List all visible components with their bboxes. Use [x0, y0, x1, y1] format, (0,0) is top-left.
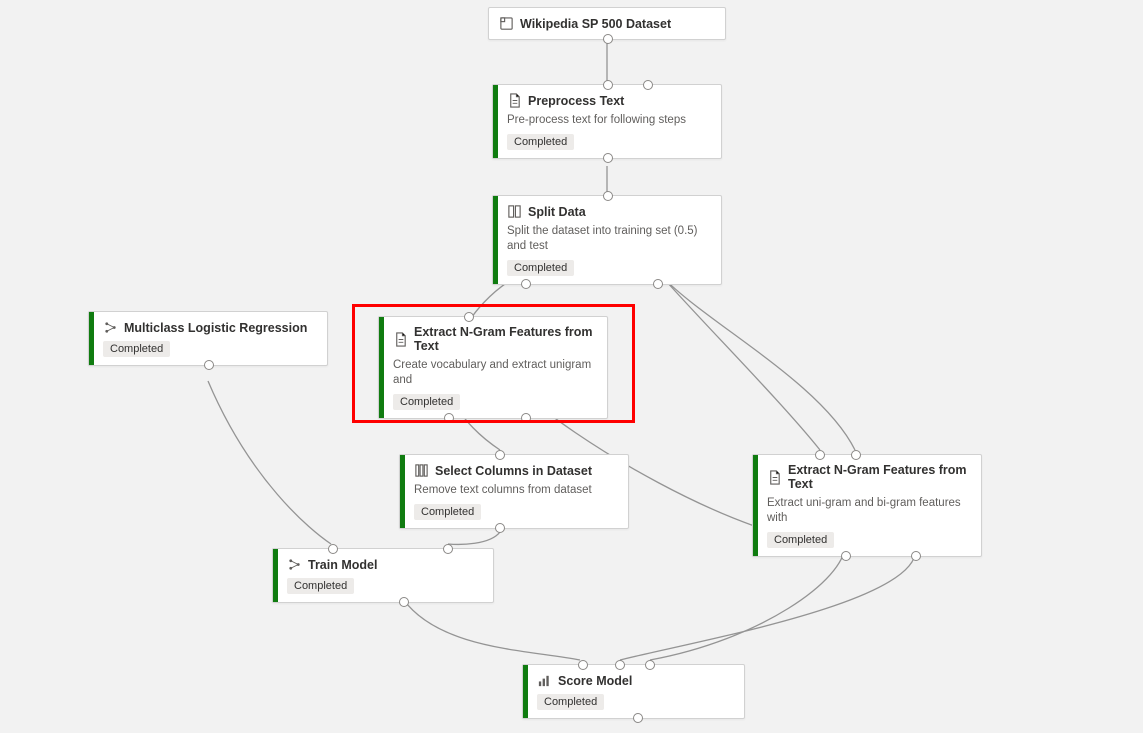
- pipeline-canvas[interactable]: Wikipedia SP 500 Dataset Preprocess Text…: [0, 0, 1143, 733]
- input-port[interactable]: [578, 660, 588, 670]
- status-bar: [379, 317, 384, 418]
- document-icon: [507, 93, 522, 108]
- node-description: Pre-process text for following steps: [507, 113, 711, 128]
- node-title: Train Model: [308, 558, 377, 572]
- status-bar: [89, 312, 94, 365]
- output-port[interactable]: [633, 713, 643, 723]
- node-title: Split Data: [528, 205, 586, 219]
- status-badge: Completed: [103, 341, 170, 357]
- node-description: Extract uni-gram and bi-gram features wi…: [767, 496, 971, 526]
- dataset-icon: [499, 16, 514, 31]
- input-port[interactable]: [615, 660, 625, 670]
- node-description: Remove text columns from dataset: [414, 483, 618, 498]
- node-title: Score Model: [558, 674, 632, 688]
- node-train-model[interactable]: Train Model Completed: [272, 548, 494, 603]
- input-port[interactable]: [603, 191, 613, 201]
- status-bar: [493, 85, 498, 158]
- node-wikipedia-dataset[interactable]: Wikipedia SP 500 Dataset: [488, 7, 726, 40]
- status-bar: [523, 665, 528, 718]
- status-badge: Completed: [393, 394, 460, 410]
- document-icon: [767, 470, 782, 485]
- node-multiclass-logistic-regression[interactable]: Multiclass Logistic Regression Completed: [88, 311, 328, 366]
- document-icon: [393, 332, 408, 347]
- input-port[interactable]: [464, 312, 474, 322]
- node-title: Extract N-Gram Features from Text: [788, 463, 971, 491]
- node-preprocess-text[interactable]: Preprocess Text Pre-process text for fol…: [492, 84, 722, 159]
- output-port[interactable]: [603, 34, 613, 44]
- output-port[interactable]: [204, 360, 214, 370]
- output-port[interactable]: [841, 551, 851, 561]
- input-port[interactable]: [328, 544, 338, 554]
- node-title: Preprocess Text: [528, 94, 624, 108]
- status-bar: [753, 455, 758, 556]
- node-title: Wikipedia SP 500 Dataset: [520, 17, 671, 31]
- node-select-columns[interactable]: Select Columns in Dataset Remove text co…: [399, 454, 629, 529]
- output-port[interactable]: [521, 279, 531, 289]
- score-icon: [537, 673, 552, 688]
- output-port[interactable]: [399, 597, 409, 607]
- input-port[interactable]: [603, 80, 613, 90]
- node-split-data[interactable]: Split Data Split the dataset into traini…: [492, 195, 722, 285]
- output-port[interactable]: [495, 523, 505, 533]
- model-icon: [103, 320, 118, 335]
- input-port[interactable]: [643, 80, 653, 90]
- node-score-model[interactable]: Score Model Completed: [522, 664, 745, 719]
- status-bar: [400, 455, 405, 528]
- status-bar: [273, 549, 278, 602]
- input-port[interactable]: [851, 450, 861, 460]
- train-icon: [287, 557, 302, 572]
- input-port[interactable]: [815, 450, 825, 460]
- status-badge: Completed: [767, 532, 834, 548]
- status-badge: Completed: [507, 134, 574, 150]
- status-badge: Completed: [507, 260, 574, 276]
- status-badge: Completed: [414, 504, 481, 520]
- node-extract-ngram-features-1[interactable]: Extract N-Gram Features from Text Create…: [378, 316, 608, 419]
- node-title: Select Columns in Dataset: [435, 464, 592, 478]
- input-port[interactable]: [495, 450, 505, 460]
- status-badge: Completed: [287, 578, 354, 594]
- columns-icon: [414, 463, 429, 478]
- input-port[interactable]: [645, 660, 655, 670]
- node-extract-ngram-features-2[interactable]: Extract N-Gram Features from Text Extrac…: [752, 454, 982, 557]
- output-port[interactable]: [653, 279, 663, 289]
- node-title: Extract N-Gram Features from Text: [414, 325, 597, 353]
- split-icon: [507, 204, 522, 219]
- node-description: Split the dataset into training set (0.5…: [507, 224, 711, 254]
- output-port[interactable]: [444, 413, 454, 423]
- output-port[interactable]: [603, 153, 613, 163]
- node-title: Multiclass Logistic Regression: [124, 321, 307, 335]
- node-description: Create vocabulary and extract unigram an…: [393, 358, 597, 388]
- input-port[interactable]: [443, 544, 453, 554]
- status-badge: Completed: [537, 694, 604, 710]
- output-port[interactable]: [521, 413, 531, 423]
- status-bar: [493, 196, 498, 284]
- output-port[interactable]: [911, 551, 921, 561]
